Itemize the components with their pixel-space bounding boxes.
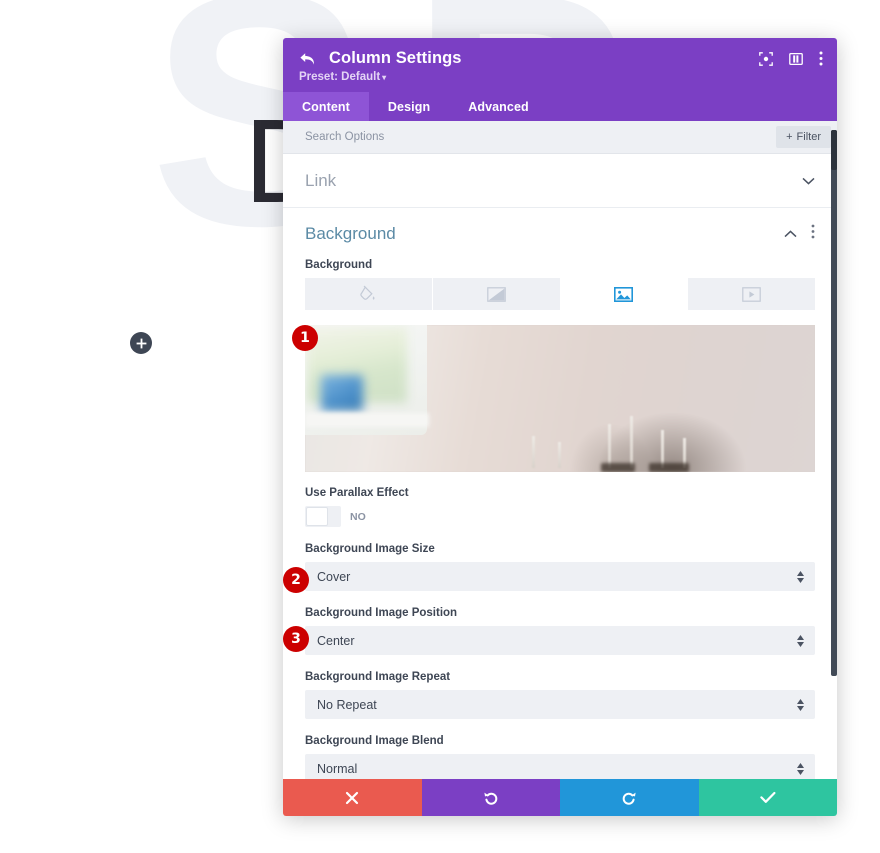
page-scrollbar-track[interactable] bbox=[831, 130, 837, 676]
chevron-down-icon[interactable] bbox=[802, 172, 815, 190]
background-image-repeat-select[interactable]: No Repeat bbox=[305, 690, 815, 719]
modal-body: Link Background Background Use Parallax … bbox=[283, 154, 837, 779]
field-background-image-blend: Background Image Blend Normal bbox=[305, 735, 815, 779]
redo-icon bbox=[622, 792, 636, 805]
tab-design[interactable]: Design bbox=[369, 92, 449, 121]
preview-candle bbox=[630, 416, 633, 468]
parallax-label: Use Parallax Effect bbox=[305, 487, 409, 499]
preview-candle-base bbox=[601, 463, 635, 472]
section-link-label: Link bbox=[305, 170, 337, 190]
paint-bucket-icon bbox=[360, 285, 375, 300]
annotation-badge-1: 1 bbox=[292, 325, 318, 351]
tab-content[interactable]: Content bbox=[283, 92, 369, 121]
close-icon bbox=[346, 791, 359, 804]
modal-header: Column Settings Preset: Default ▾ bbox=[283, 38, 837, 92]
undo-button[interactable] bbox=[421, 779, 560, 816]
section-background-header[interactable]: Background bbox=[305, 208, 815, 259]
background-image-position-select[interactable]: Center bbox=[305, 626, 815, 655]
check-icon bbox=[760, 791, 776, 803]
more-vertical-icon[interactable] bbox=[811, 224, 815, 244]
stepper-icon[interactable] bbox=[797, 570, 804, 583]
background-image-size-select[interactable]: Cover bbox=[305, 562, 815, 591]
stepper-icon[interactable] bbox=[797, 698, 804, 711]
gradient-icon bbox=[486, 286, 506, 302]
section-link[interactable]: Link bbox=[283, 154, 837, 208]
parallax-toggle[interactable] bbox=[305, 506, 341, 527]
back-arrow-icon[interactable] bbox=[299, 52, 316, 66]
modal-header-actions bbox=[759, 51, 823, 66]
bg-video-tab[interactable] bbox=[688, 278, 815, 310]
settings-scroll-area: Link Background Background Use Parallax … bbox=[283, 154, 837, 779]
redo-button[interactable] bbox=[560, 779, 699, 816]
toggle-knob bbox=[306, 507, 328, 526]
chevron-up-icon[interactable] bbox=[784, 225, 797, 243]
background-image-blend-select[interactable]: Normal bbox=[305, 754, 815, 779]
tab-advanced[interactable]: Advanced bbox=[449, 92, 548, 121]
modal-tabs: Content Design Advanced bbox=[283, 92, 837, 121]
filter-label: Filter bbox=[796, 131, 821, 143]
caret-down-icon: ▾ bbox=[382, 73, 387, 82]
section-background: Background Background Use Parallax Effec… bbox=[283, 208, 837, 779]
preset-label: Preset: Default bbox=[299, 71, 381, 83]
background-image-repeat-value: No Repeat bbox=[317, 697, 377, 712]
image-icon bbox=[614, 286, 634, 302]
parallax-toggle-wrap: NO bbox=[305, 506, 815, 527]
section-background-label: Background bbox=[305, 223, 396, 243]
filter-button[interactable]: + Filter bbox=[776, 126, 831, 148]
layout-panel-icon[interactable] bbox=[789, 52, 803, 66]
modal-title: Column Settings bbox=[329, 49, 462, 67]
preview-window bbox=[305, 325, 429, 435]
background-type-tabs bbox=[305, 278, 815, 310]
column-settings-modal: Column Settings Preset: Default ▾ Conten… bbox=[283, 38, 837, 816]
save-button[interactable] bbox=[698, 779, 837, 816]
preview-candle-base bbox=[649, 463, 689, 472]
cancel-button[interactable] bbox=[283, 779, 422, 816]
preview-candle bbox=[608, 424, 611, 468]
undo-icon bbox=[484, 792, 498, 805]
parallax-toggle-value: NO bbox=[350, 510, 366, 523]
search-bar: + Filter bbox=[283, 121, 837, 154]
background-image-blend-value: Normal bbox=[317, 761, 358, 776]
annotation-badge-3: 3 bbox=[283, 626, 309, 652]
video-icon bbox=[742, 286, 761, 302]
bg-image-tab[interactable] bbox=[560, 278, 689, 310]
background-image-repeat-label: Background Image Repeat bbox=[305, 671, 451, 683]
preview-candle bbox=[558, 442, 561, 468]
bg-gradient-tab[interactable] bbox=[432, 278, 561, 310]
page-scrollbar-thumb[interactable] bbox=[831, 130, 837, 170]
modal-footer bbox=[283, 779, 837, 816]
preview-candle bbox=[532, 436, 535, 468]
stepper-icon[interactable] bbox=[797, 634, 804, 647]
expand-icon[interactable] bbox=[759, 51, 773, 66]
field-background-image-position: Background Image Position Center bbox=[305, 607, 815, 655]
background-image-blend-label: Background Image Blend bbox=[305, 735, 444, 747]
more-vertical-icon[interactable] bbox=[819, 51, 823, 66]
add-module-button[interactable] bbox=[130, 332, 152, 354]
background-image-preview[interactable] bbox=[305, 325, 815, 472]
field-background-image-size: Background Image Size Cover bbox=[305, 543, 815, 591]
field-background-image-repeat: Background Image Repeat No Repeat bbox=[305, 671, 815, 719]
screenshot-root: SP Dia Column Settings Pres bbox=[0, 0, 880, 853]
preview-window-object bbox=[321, 375, 363, 411]
bg-color-tab[interactable] bbox=[305, 278, 433, 310]
search-input[interactable] bbox=[305, 131, 777, 143]
background-image-position-label: Background Image Position bbox=[305, 607, 458, 619]
preset-selector[interactable]: Preset: Default ▾ bbox=[299, 71, 821, 83]
background-image-size-label: Background Image Size bbox=[305, 543, 435, 555]
stepper-icon[interactable] bbox=[797, 762, 804, 775]
background-image-size-value: Cover bbox=[317, 569, 351, 584]
background-image-position-value: Center bbox=[317, 633, 355, 648]
background-field-label: Background bbox=[305, 259, 373, 271]
plus-icon bbox=[136, 338, 146, 348]
plus-icon: + bbox=[786, 131, 793, 143]
preview-window-sill bbox=[305, 413, 429, 427]
annotation-badge-2: 2 bbox=[283, 567, 309, 593]
